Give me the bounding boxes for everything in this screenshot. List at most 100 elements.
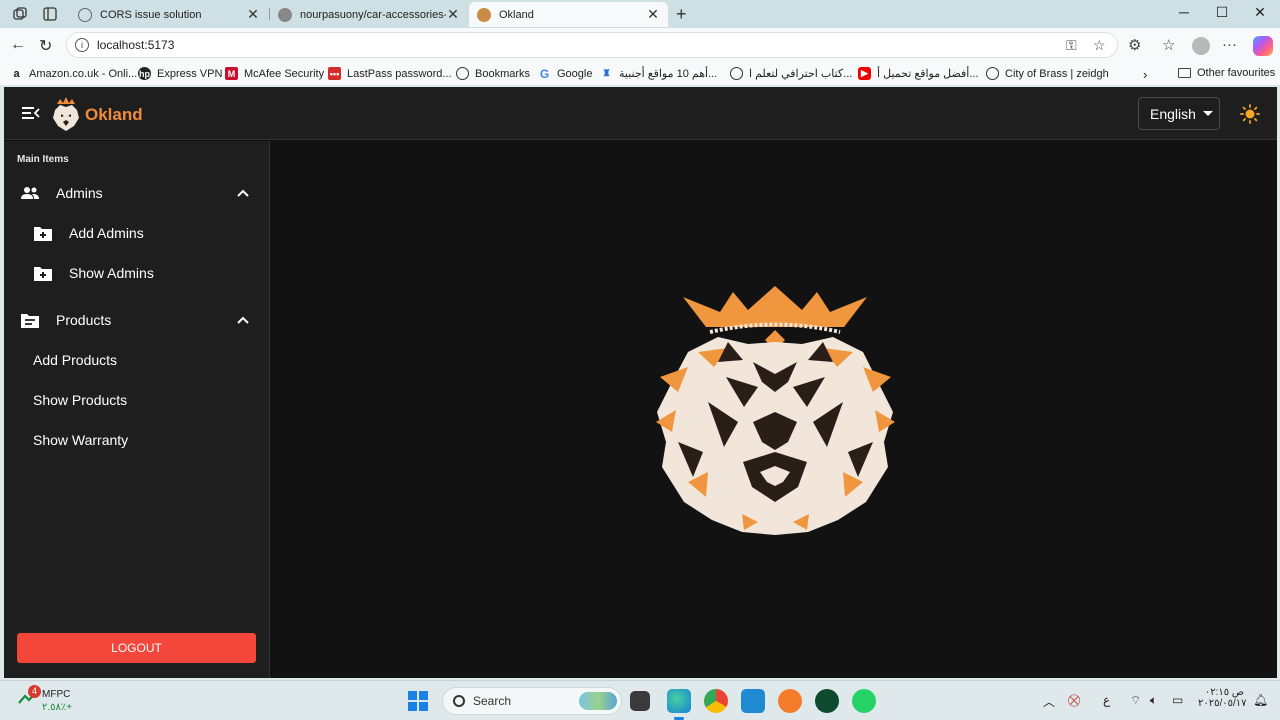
chrome-icon[interactable] [704,689,728,713]
mongodb-compass-icon[interactable] [815,689,839,713]
lion-icon [477,7,491,22]
url-text: localhost:5173 [97,38,175,52]
lion-logo-icon [53,97,79,131]
tab-cors[interactable]: CORS issue solution ✕ [70,2,268,27]
notifications-icon[interactable]: 🔔︎ [1253,693,1268,707]
mcafee-icon: M [225,67,238,80]
sidebar-item-label: Add Products [33,352,118,368]
tab-github[interactable]: nourpasuony/car-accessories-bac ✕ [270,2,468,27]
clock-date: ٢٠٢٥/٠٥/١٧ [1198,698,1247,709]
postman-icon[interactable] [778,689,802,713]
site-info-icon[interactable]: i [75,38,89,52]
bookmark-arabic-1[interactable]: ♜ أهم 10 مواقع أجنبية... [600,67,717,80]
more-bookmarks-chevron-icon[interactable]: › [1143,67,1147,82]
input-language-indicator[interactable]: ع [1103,693,1110,707]
volume-icon[interactable]: 🔈︎ [1150,693,1157,708]
sidebar-item-label: Show Warranty [33,432,129,448]
bookmark-label: Express VPN [157,67,223,80]
bookmark-lastpass[interactable]: ••• LastPass password... [328,67,452,80]
bookmark-label: LastPass password... [347,67,452,80]
globe-icon [986,67,999,80]
sidebar-item-show-admins[interactable]: Show Admins [4,253,270,293]
sidebar-group-admins[interactable]: Admins [4,173,270,213]
tray-expand-chevron-icon[interactable]: ︿ [1043,693,1055,710]
key-icon[interactable]: ⚿ [1066,37,1077,54]
google-icon: G [539,66,550,81]
chevron-up-icon [237,189,249,197]
sidebar-group-label: Admins [56,185,103,201]
windows-start-icon[interactable] [408,691,428,711]
stock-value: ٢.٥٨٪+ [42,702,73,713]
minimize-button[interactable]: ─ [1164,4,1204,20]
task-view-icon[interactable] [630,691,650,711]
close-window-button[interactable]: ✕ [1240,4,1280,21]
sidebar-group-products[interactable]: Products [4,300,270,340]
close-icon[interactable]: ✕ [246,6,260,23]
tab-title: Okland [499,8,534,21]
lion-crown-logo-icon [656,286,895,535]
menu-open-icon[interactable] [22,105,40,121]
bookmark-amazon[interactable]: a Amazon.co.uk - Onli... [10,67,137,80]
stock-widget[interactable]: 4 MFPC ٢.٥٨٪+ [18,685,72,713]
sidebar-item-show-products[interactable]: Show Products [4,380,270,420]
bookmark-label: McAfee Security [244,67,325,80]
school-icon: ♜ [602,68,611,78]
folder-add-icon [34,267,52,281]
taskbar-search[interactable]: Search [442,687,622,715]
lastpass-icon: ••• [328,67,341,80]
tab-actions-icon[interactable] [42,6,58,22]
clock-time: ص ٠٢:١٥ [1204,687,1244,698]
edge-icon[interactable] [667,689,691,720]
favorites-icon[interactable]: ☆ [1162,36,1175,54]
bookmark-express-vpn[interactable]: hp Express VPN [138,67,222,80]
copilot-icon[interactable] [1253,36,1273,56]
sidebar-item-label: Show Admins [69,265,154,281]
tab-okland[interactable]: Okland ✕ [469,2,668,27]
bookmark-label: Other favourites [1197,67,1276,79]
vscode-icon[interactable] [741,689,765,713]
bookmark-label: كتاب احترافي لتعلم ا... [749,68,853,80]
tab-title: CORS issue solution [100,8,202,21]
address-toolbar: ← ↻ i localhost:5173 ⚿ ☆ ⚙ ☆ ··· [0,28,1280,62]
sun-icon[interactable] [1240,104,1260,124]
bookmark-arabic-2[interactable]: كتاب احترافي لتعلم ا... [730,67,852,80]
bookmark-arabic-3[interactable]: ▶ أفضل مواقع تحميل أ... [858,67,979,80]
profile-avatar[interactable] [1192,37,1210,55]
bookmark-mcafee[interactable]: M McAfee Security [225,67,324,80]
globe-icon [730,67,743,80]
back-button[interactable]: ← [10,36,26,54]
search-placeholder: Search [473,694,512,708]
battery-icon[interactable]: ▭ [1172,693,1183,707]
maximize-button[interactable]: ☐ [1202,4,1242,21]
sidebar-item-add-admins[interactable]: Add Admins [4,213,270,253]
sidebar-item-add-products[interactable]: Add Products [4,340,270,380]
system-clock[interactable]: ص ٠٢:١٥ ٢٠٢٥/٠٥/١٧ [1198,687,1247,709]
people-icon [21,187,39,199]
sidebar-item-show-warranty[interactable]: Show Warranty [4,420,270,460]
bookmark-label: أفضل مواقع تحميل أ... [877,68,979,80]
more-menu-icon[interactable]: ··· [1222,36,1237,53]
bookmark-city-of-brass[interactable]: City of Brass | zeidgh [986,67,1109,80]
caret-down-icon [1202,111,1213,116]
chevron-up-icon [237,316,249,324]
extensions-icon[interactable]: ⚙ [1128,36,1141,54]
whatsapp-icon[interactable] [852,689,876,713]
refresh-button[interactable]: ↻ [39,36,52,56]
security-icon[interactable]: ⛒ [1068,693,1080,708]
new-tab-button[interactable]: + [676,4,687,25]
folder-add-icon [34,227,52,241]
bookmark-google[interactable]: G Google [538,66,593,81]
wifi-icon[interactable]: ⌔ [1130,693,1141,708]
other-favourites[interactable]: Other favourites [1178,67,1275,79]
logout-button[interactable]: LOGOUT [17,633,256,663]
favorite-star-icon[interactable]: ☆ [1093,37,1106,54]
bookmark-bookmarks[interactable]: Bookmarks [456,67,530,80]
workspaces-icon[interactable] [12,6,28,22]
brand-title: Okland [85,105,143,124]
close-icon[interactable]: ✕ [646,6,660,23]
language-select[interactable]: English [1138,97,1220,130]
address-bar[interactable]: i localhost:5173 [66,32,1118,58]
close-icon[interactable]: ✕ [446,6,460,23]
sidebar-item-label: Show Products [33,392,128,408]
github-icon [278,7,292,22]
